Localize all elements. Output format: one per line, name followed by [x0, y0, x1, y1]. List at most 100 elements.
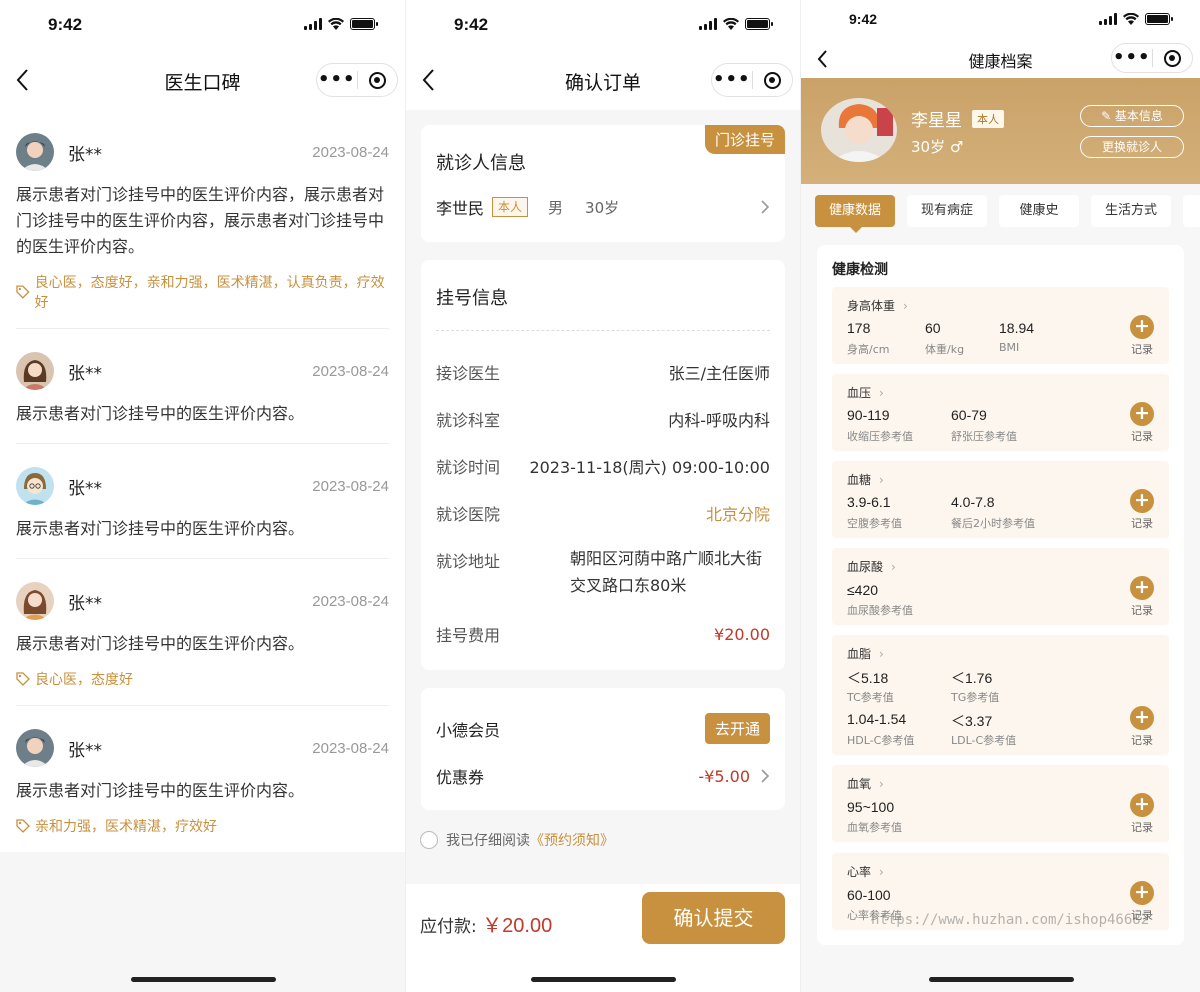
review-date: 2023-08-24 — [312, 143, 389, 161]
confirm-order-screen: 9:42 确认订单 ••• 门诊挂号 就诊人信息 李世民 本人 男 30岁 挂号… — [405, 0, 800, 992]
record-button[interactable]: + 记录 — [1127, 793, 1157, 835]
health-check-card: 健康检测 身高体重 › 178 身高/cm 60 体重/kg 18.94 BMI … — [817, 245, 1184, 945]
avatar — [16, 729, 54, 767]
reviewer-name: 张** — [68, 593, 102, 614]
tab-lifestyle[interactable]: 生活方式 — [1091, 195, 1171, 227]
tag-icon — [16, 819, 30, 833]
review-text: 展示患者对门诊挂号中的医生评价内容。 — [16, 634, 305, 653]
wifi-icon — [328, 18, 344, 30]
review-list: 张** 2023-08-24 展示患者对门诊挂号中的医生评价内容，展示患者对门诊… — [0, 110, 405, 852]
row-visit-time: 就诊时间 2023-11-18(周六) 09:00-10:00 — [436, 458, 770, 477]
metric-blood-pressure[interactable]: 血压 › 90-119 收缩压参考值 60-79 舒张压参考值 + 记录 — [832, 374, 1169, 451]
more-icon[interactable]: ••• — [1112, 43, 1152, 73]
self-tag: 本人 — [492, 197, 529, 217]
open-membership-button[interactable]: 去开通 — [704, 713, 770, 744]
mini-program-capsule: ••• — [711, 63, 793, 97]
avatar — [16, 352, 54, 390]
coupon-value: -¥5.00 — [698, 766, 750, 786]
basic-info-button[interactable]: ✎ 基本信息 — [1080, 105, 1184, 127]
metric-height-weight[interactable]: 身高体重 › 178 身高/cm 60 体重/kg 18.94 BMI + 记录 — [832, 287, 1169, 364]
record-button[interactable]: + 记录 — [1127, 315, 1157, 357]
health-tabs: 健康数据 现有病症 健康史 生活方式 — [815, 195, 1200, 233]
health-record-screen: 9:42 健康档案 ••• 李星星 本人 30岁 ♂ ✎ 基本信息 更换就诊人 健… — [800, 0, 1200, 992]
mini-program-capsule: ••• — [1111, 43, 1193, 73]
metric-blood-sugar[interactable]: 血糖 › 3.9-6.1 空腹参考值 4.0-7.8 餐后2小时参考值 + 记录 — [832, 461, 1169, 538]
tab-health-history[interactable]: 健康史 — [999, 195, 1079, 227]
more-icon[interactable]: ••• — [317, 63, 357, 97]
status-time: 9:42 — [48, 15, 83, 34]
close-miniprogram-icon[interactable] — [357, 71, 397, 89]
status-bar: 9:42 — [406, 0, 800, 50]
registration-info-title: 挂号信息 — [436, 288, 508, 309]
nav-bar: 确认订单 ••• — [406, 50, 800, 110]
payable-amount: ￥20.00 — [482, 915, 553, 937]
wifi-icon — [723, 18, 739, 30]
notice-link[interactable]: 《预约须知》 — [530, 830, 614, 850]
plus-icon: + — [1130, 706, 1154, 730]
agree-checkbox[interactable] — [420, 831, 438, 849]
review-date: 2023-08-24 — [312, 362, 389, 380]
chevron-right-icon — [761, 200, 770, 214]
home-indicator — [531, 977, 676, 982]
nav-bar: 医生口碑 ••• — [0, 50, 405, 110]
row-department: 就诊科室 内科-呼吸内科 — [436, 411, 770, 430]
patient-name: 李世民 — [436, 199, 485, 218]
reviewer-name: 张** — [68, 478, 102, 499]
review-item: 张** 2023-08-24 展示患者对门诊挂号中的医生评价内容。 良心医，态度… — [16, 559, 389, 706]
home-indicator — [928, 977, 1074, 982]
plus-icon: + — [1130, 489, 1154, 513]
metric-blood-oxygen[interactable]: 血氧 › 95~100 血氧参考值 + 记录 — [832, 765, 1169, 842]
metric-blood-lipids[interactable]: 血脂 › ＜5.18 TC参考值 ＜1.76 TG参考值 1.04-1.54 HD… — [832, 635, 1169, 755]
review-text: 展示患者对门诊挂号中的医生评价内容。 — [16, 519, 305, 538]
section-title: 健康检测 — [832, 262, 888, 278]
confirm-submit-button[interactable]: 确认提交 — [642, 892, 785, 944]
signal-icon — [699, 18, 717, 30]
patient-gender: 男 — [548, 198, 564, 217]
review-tags: 亲和力强，医术精湛，疗效好 — [16, 816, 389, 836]
patient-info-title: 就诊人信息 — [436, 153, 526, 174]
self-tag: 本人 — [972, 109, 1004, 128]
mini-program-capsule: ••• — [316, 63, 398, 97]
profile-age-gender: 30岁 ♂ — [911, 138, 964, 156]
switch-patient-button[interactable]: 更换就诊人 — [1080, 136, 1184, 158]
review-item: 张** 2023-08-24 展示患者对门诊挂号中的医生评价内容。 亲和力强，医… — [16, 706, 389, 852]
tag-icon — [16, 672, 30, 686]
plus-icon: + — [1130, 881, 1154, 905]
plus-icon: + — [1130, 576, 1154, 600]
tab-current-illness[interactable]: 现有病症 — [907, 195, 987, 227]
review-tags: 良心医，态度好，亲和力强，医术精湛，认真负责，疗效好 — [16, 272, 389, 312]
tab-health-data[interactable]: 健康数据 — [815, 195, 895, 233]
record-button[interactable]: + 记录 — [1127, 489, 1157, 531]
avatar — [16, 582, 54, 620]
reviewer-name: 张** — [68, 740, 102, 761]
battery-icon — [350, 18, 378, 30]
wifi-icon — [1123, 13, 1139, 25]
status-time: 9:42 — [454, 15, 489, 34]
status-bar: 9:42 — [801, 0, 1200, 38]
review-date: 2023-08-24 — [312, 477, 389, 495]
status-bar: 9:42 — [0, 0, 405, 50]
avatar — [821, 98, 897, 162]
profile-name: 李星星 — [911, 111, 962, 131]
record-button[interactable]: + 记录 — [1127, 706, 1157, 748]
more-icon[interactable]: ••• — [712, 63, 752, 97]
review-item: 张** 2023-08-24 展示患者对门诊挂号中的医生评价内容，展示患者对门诊… — [16, 110, 389, 329]
avatar — [16, 133, 54, 171]
review-text: 展示患者对门诊挂号中的医生评价内容。 — [16, 781, 305, 800]
close-miniprogram-icon[interactable] — [1152, 49, 1192, 67]
review-text: 展示患者对门诊挂号中的医生评价内容，展示患者对门诊挂号中的医生评价内容，展示患者… — [16, 185, 385, 256]
record-button[interactable]: + 记录 — [1127, 576, 1157, 618]
metric-uric-acid[interactable]: 血尿酸 › ≤420 血尿酸参考值 + 记录 — [832, 548, 1169, 625]
close-miniprogram-icon[interactable] — [752, 71, 792, 89]
review-date: 2023-08-24 — [312, 592, 389, 610]
review-tags: 良心医，态度好 — [16, 669, 389, 689]
reviewer-name: 张** — [68, 363, 102, 384]
member-row: 小德会员 去开通 — [436, 713, 770, 744]
row-address: 就诊地址 朝阳区河荫中路广顺北大街交叉路口东80米 — [436, 549, 763, 595]
patient-selector[interactable]: 李世民 本人 男 30岁 — [436, 195, 770, 219]
agreement-row: 我已仔细阅读 《预约须知》 — [420, 830, 614, 850]
record-button[interactable]: + 记录 — [1127, 402, 1157, 444]
registration-type-badge: 门诊挂号 — [704, 125, 785, 154]
tab-more[interactable] — [1183, 195, 1200, 227]
coupon-row[interactable]: 优惠券 -¥5.00 — [436, 764, 770, 788]
